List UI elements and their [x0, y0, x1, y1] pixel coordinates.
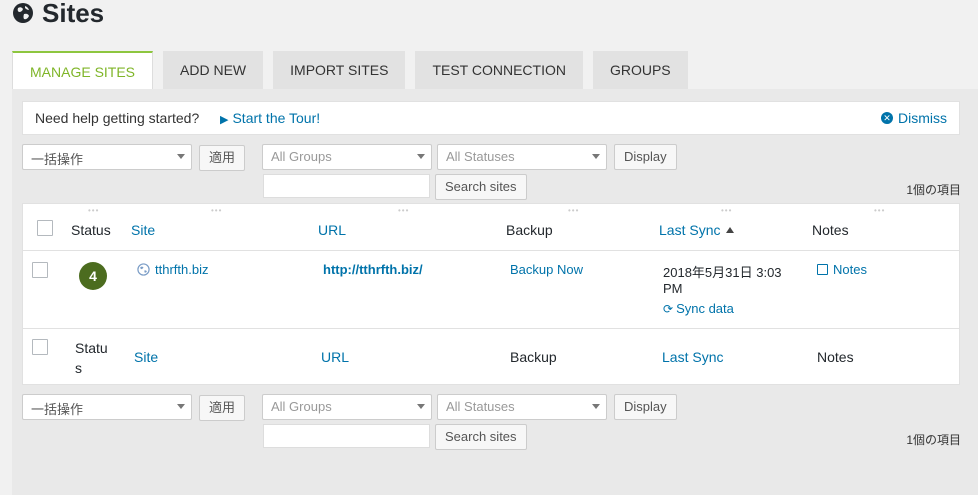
dismiss-button[interactable]: ✕ Dismiss — [881, 110, 947, 126]
sites-table: ••• ••• ••• ••• ••• ••• Status Site URL … — [22, 203, 960, 385]
statuses-filter-value: All Statuses — [446, 399, 515, 414]
site-link[interactable]: tthrfth.biz — [137, 262, 208, 277]
items-count-bottom: 1個の項目 — [906, 433, 961, 447]
drag-handle-icon[interactable]: ••• — [398, 206, 409, 215]
notes-link[interactable]: Notes — [817, 262, 867, 277]
last-sync-header-label: Last Sync — [659, 222, 721, 238]
edit-icon — [817, 264, 828, 275]
apply-button-bottom[interactable]: 適用 — [199, 395, 246, 421]
close-icon: ✕ — [881, 112, 893, 124]
tab-add-new[interactable]: ADD NEW — [163, 51, 264, 89]
chevron-down-icon — [417, 154, 425, 159]
refresh-icon: ⟳ — [663, 302, 674, 316]
column-footer-last-sync[interactable]: Last Sync — [662, 349, 723, 365]
column-footer-url[interactable]: URL — [321, 349, 349, 365]
select-all-footer-checkbox[interactable] — [32, 339, 48, 355]
chevron-down-icon — [177, 154, 185, 159]
tab-groups[interactable]: GROUPS — [592, 51, 688, 89]
groups-filter-select-bottom[interactable]: All Groups — [262, 394, 432, 420]
search-sites-button-bottom[interactable]: Search sites — [435, 424, 527, 450]
drag-handle-icon[interactable]: ••• — [721, 206, 732, 215]
column-footer-site[interactable]: Site — [134, 349, 158, 365]
chevron-down-icon — [177, 404, 185, 409]
items-count: 1個の項目 — [906, 183, 961, 197]
page-title: Sites — [42, 0, 105, 28]
last-sync-time: PM — [663, 281, 683, 296]
drag-handle-icon[interactable]: ••• — [88, 206, 99, 215]
statuses-filter-select[interactable]: All Statuses — [437, 144, 607, 170]
tab-manage-sites[interactable]: MANAGE SITES — [12, 51, 154, 91]
groups-filter-select[interactable]: All Groups — [262, 144, 432, 170]
bulk-action-value: 一括操作 — [31, 402, 84, 417]
help-text: Need help getting started? — [35, 110, 200, 126]
last-sync-date: 2018年5月31日 3:03 — [663, 265, 782, 280]
sync-data-label: Sync data — [676, 301, 734, 316]
bulk-action-value: 一括操作 — [31, 152, 84, 167]
search-sites-button[interactable]: Search sites — [435, 174, 527, 200]
dismiss-label: Dismiss — [898, 110, 947, 126]
search-input[interactable] — [263, 174, 430, 198]
chevron-down-icon — [417, 404, 425, 409]
drag-handle-icon[interactable]: ••• — [874, 206, 885, 215]
chevron-down-icon — [592, 154, 600, 159]
column-footer-backup: Backup — [510, 349, 557, 365]
globe-icon — [137, 263, 150, 276]
groups-filter-value: All Groups — [271, 399, 332, 414]
column-header-last-sync[interactable]: Last Sync — [659, 222, 735, 238]
tab-bar: MANAGE SITES ADD NEW IMPORT SITES TEST C… — [12, 51, 698, 91]
column-header-backup: Backup — [506, 222, 553, 238]
start-tour-link[interactable]: ▶ Start the Tour! — [220, 110, 320, 126]
apply-button[interactable]: 適用 — [199, 145, 246, 171]
column-footer-status-line2: s — [75, 360, 82, 376]
bulk-action-select[interactable]: 一括操作 — [22, 144, 192, 170]
sort-ascending-icon — [726, 227, 735, 233]
site-url-link[interactable]: http://tthrfth.biz/ — [323, 262, 423, 277]
bulk-action-select-bottom[interactable]: 一括操作 — [22, 394, 192, 420]
play-icon: ▶ — [220, 114, 229, 126]
column-footer-status-line1: Statu — [75, 340, 108, 356]
select-all-checkbox[interactable] — [37, 220, 53, 236]
row-checkbox[interactable] — [32, 262, 48, 278]
drag-handle-icon[interactable]: ••• — [211, 206, 222, 215]
statuses-filter-select-bottom[interactable]: All Statuses — [437, 394, 607, 420]
column-header-status: Status — [71, 222, 111, 238]
start-tour-label: Start the Tour! — [232, 110, 321, 126]
column-header-notes: Notes — [812, 222, 849, 238]
drag-handle-icon[interactable]: ••• — [568, 206, 579, 215]
column-header-site[interactable]: Site — [131, 222, 155, 238]
display-button[interactable]: Display — [614, 144, 677, 170]
divider — [23, 328, 959, 329]
statuses-filter-value: All Statuses — [446, 149, 515, 164]
help-notice: Need help getting started? ▶ Start the To… — [22, 101, 960, 135]
notes-label: Notes — [833, 262, 867, 277]
sync-data-link[interactable]: ⟳ Sync data — [663, 301, 734, 316]
search-input-bottom[interactable] — [263, 424, 430, 448]
tab-test-connection[interactable]: TEST CONNECTION — [415, 51, 583, 89]
tab-import-sites[interactable]: IMPORT SITES — [273, 51, 406, 89]
column-header-url[interactable]: URL — [318, 222, 346, 238]
groups-filter-value: All Groups — [271, 149, 332, 164]
status-badge: 4 — [79, 262, 107, 290]
backup-now-link[interactable]: Backup Now — [510, 262, 583, 277]
divider — [23, 250, 959, 251]
page-header: Sites — [12, 0, 104, 29]
globe-icon — [13, 3, 33, 23]
chevron-down-icon — [592, 404, 600, 409]
display-button-bottom[interactable]: Display — [614, 394, 677, 420]
site-name: tthrfth.biz — [155, 262, 209, 277]
column-footer-notes: Notes — [817, 349, 854, 365]
